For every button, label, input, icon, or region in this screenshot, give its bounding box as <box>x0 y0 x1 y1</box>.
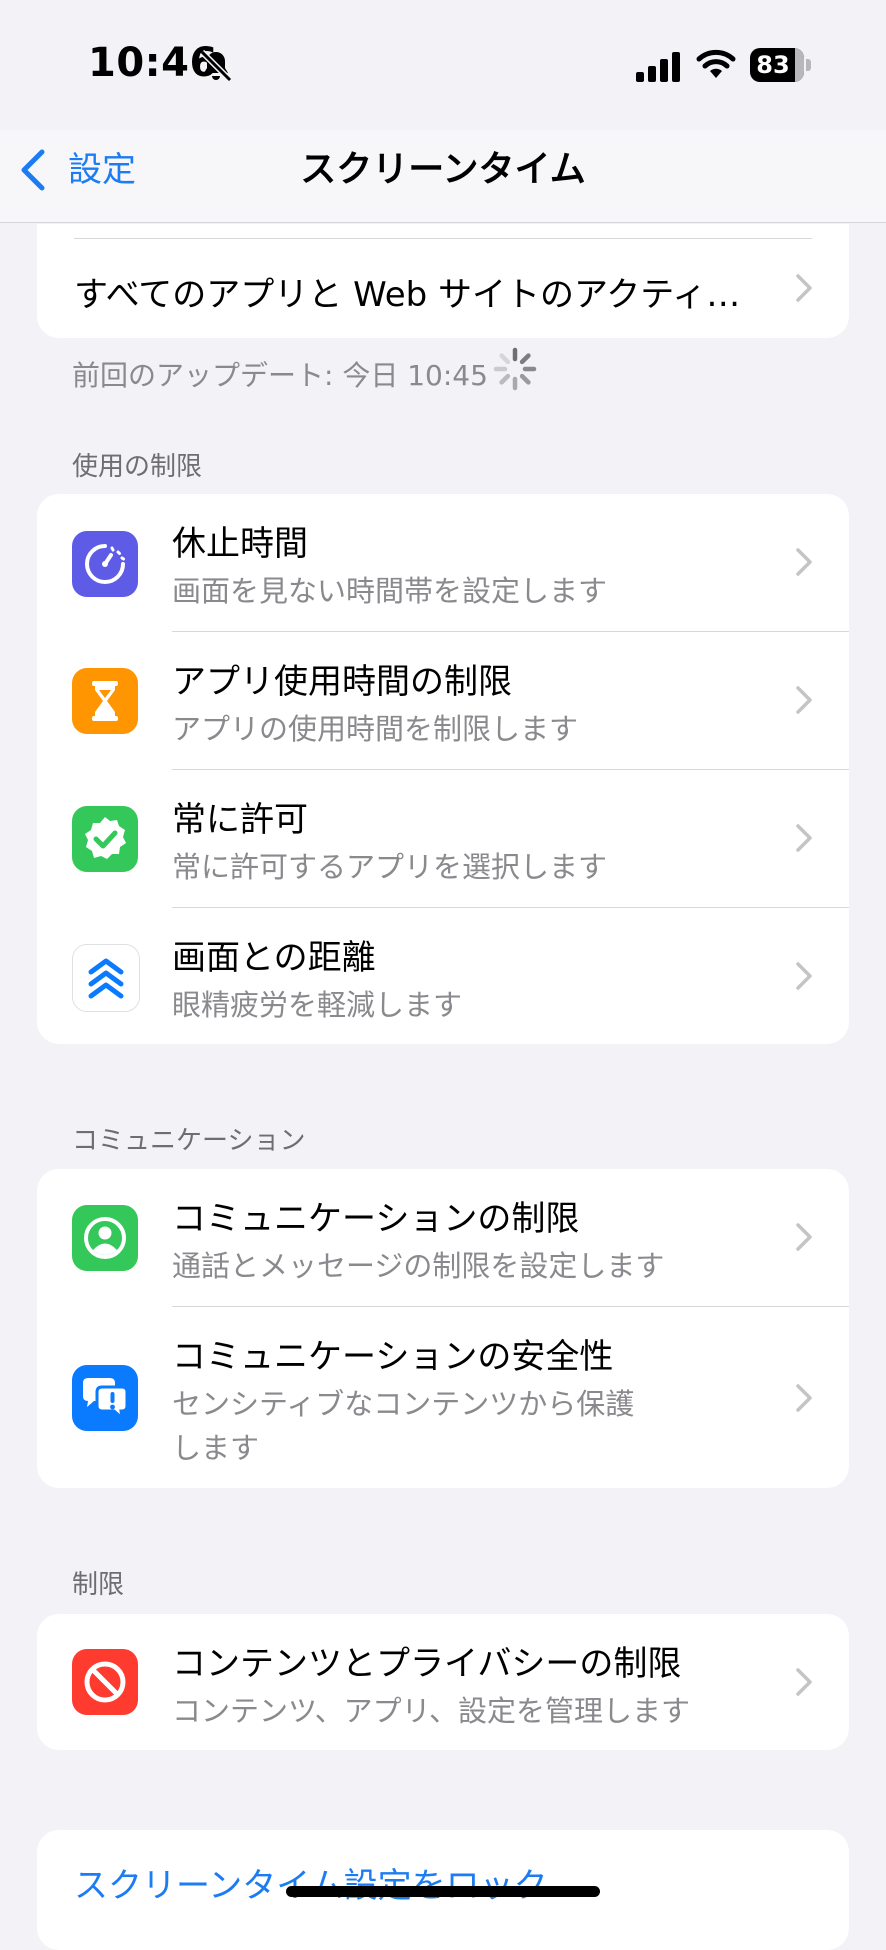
always-allowed-title: 常に許可 <box>172 800 308 840</box>
activity-card: すべてのアプリと Web サイトのアクティ… <box>37 224 849 338</box>
bell-slash-icon <box>199 49 233 83</box>
communication-limits-title: コミュニケーションの制限 <box>172 1199 580 1239</box>
battery-level: 83 <box>756 51 790 79</box>
downtime-icon <box>72 531 138 597</box>
chevrons-up-icon <box>72 944 140 1012</box>
app-limits-title: アプリ使用時間の制限 <box>172 662 512 702</box>
person-circle-icon <box>72 1205 138 1271</box>
chevron-right-icon <box>796 274 812 302</box>
lock-settings-button[interactable]: スクリーンタイム設定をロック <box>74 1858 548 1907</box>
chevron-right-icon <box>796 962 812 990</box>
restrictions-card: コンテンツとプライバシーの制限 コンテンツ、アプリ、設定を管理します <box>37 1614 849 1750</box>
communication-limits-subtitle: 通話とメッセージの制限を設定します <box>172 1249 665 1283</box>
hourglass-icon <box>72 668 138 734</box>
chevron-right-icon <box>796 1384 812 1412</box>
signal-icon <box>636 52 680 82</box>
downtime-title: 休止時間 <box>172 524 308 564</box>
communication-safety-subtitle-line1: センシティブなコンテンツから保護 <box>172 1387 635 1421</box>
page-title: スクリーンタイム <box>300 149 586 190</box>
chevron-right-icon <box>796 1223 812 1251</box>
communication-card: コミュニケーションの制限 通話とメッセージの制限を設定します コミュニケーション… <box>37 1169 849 1488</box>
communication-safety-title: コミュニケーションの安全性 <box>172 1337 614 1377</box>
all-activity-label: すべてのアプリと Web サイトのアクティ… <box>74 275 741 315</box>
content-privacy-row[interactable]: コンテンツとプライバシーの制限 コンテンツ、アプリ、設定を管理します <box>37 1614 849 1750</box>
communication-safety-subtitle-line2: します <box>172 1431 260 1465</box>
loading-spinner-icon <box>493 347 537 391</box>
limits-card: 休止時間 画面を見ない時間帯を設定します アプリ使用時間の制限 アプリの使用時間… <box>37 494 849 1044</box>
always-allowed-subtitle: 常に許可するアプリを選択します <box>172 850 608 884</box>
screen-distance-row[interactable]: 画面との距離 眼精疲労を軽減します <box>37 908 849 1044</box>
communication-limits-row[interactable]: コミュニケーションの制限 通話とメッセージの制限を設定します <box>37 1169 849 1306</box>
all-activity-row[interactable]: すべてのアプリと Web サイトのアクティ… <box>37 239 849 338</box>
content-privacy-title: コンテンツとプライバシーの制限 <box>172 1644 682 1684</box>
home-indicator <box>286 1886 600 1897</box>
prohibited-icon <box>72 1649 138 1715</box>
battery-icon: 83 <box>750 48 812 82</box>
chevron-right-icon <box>796 686 812 714</box>
app-limits-row[interactable]: アプリ使用時間の制限 アプリの使用時間を制限します <box>37 632 849 769</box>
section-header-restrictions: 制限 <box>72 1570 125 1600</box>
app-limits-subtitle: アプリの使用時間を制限します <box>172 712 579 746</box>
checkmark-seal-icon <box>72 806 138 872</box>
section-header-communication: コミュニケーション <box>72 1126 306 1156</box>
downtime-subtitle: 画面を見ない時間帯を設定します <box>172 574 608 608</box>
downtime-row[interactable]: 休止時間 画面を見ない時間帯を設定します <box>37 494 849 631</box>
chevron-right-icon <box>796 1668 812 1696</box>
communication-safety-row[interactable]: コミュニケーションの安全性 センシティブなコンテンツから保護 します <box>37 1307 849 1488</box>
screen-distance-subtitle: 眼精疲労を軽減します <box>172 988 463 1022</box>
section-header-limits: 使用の制限 <box>72 452 203 482</box>
always-allowed-row[interactable]: 常に許可 常に許可するアプリを選択します <box>37 770 849 907</box>
chat-bubbles-exclamation-icon <box>72 1365 138 1431</box>
chevron-right-icon <box>796 824 812 852</box>
status-bar: 10:46 83 <box>0 0 886 130</box>
chevron-right-icon <box>796 548 812 576</box>
screen-distance-title: 画面との距離 <box>172 938 376 978</box>
wifi-icon <box>696 49 736 78</box>
content-privacy-subtitle: コンテンツ、アプリ、設定を管理します <box>172 1694 690 1728</box>
last-update-text: 前回のアップデート: 今日 10:45 <box>72 359 488 392</box>
